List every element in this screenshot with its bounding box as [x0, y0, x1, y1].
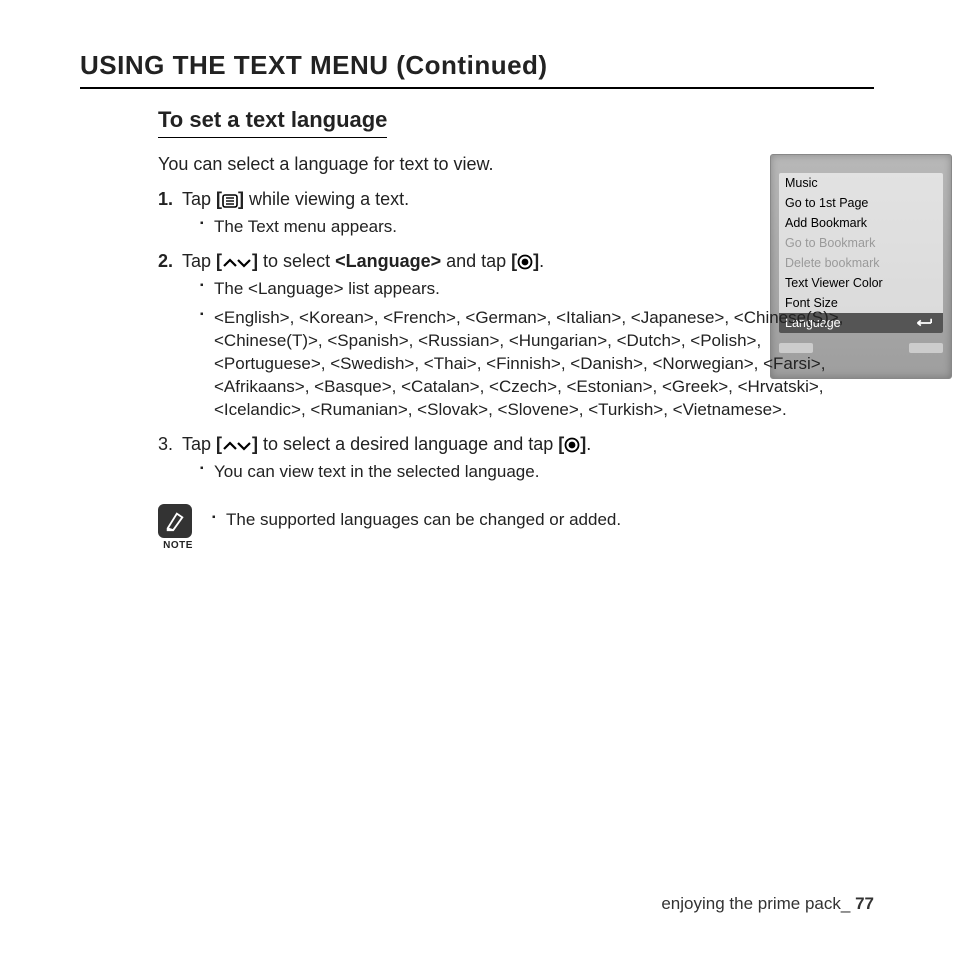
note-icon [158, 504, 192, 538]
page-footer: enjoying the prime pack_ 77 [661, 894, 874, 914]
menu-item: Go to 1st Page [779, 193, 943, 213]
step-text: Tap [] to select <Language> and tap []. [182, 251, 544, 272]
step-2: 2. Tap [] to select <Language> and tap [… [158, 251, 874, 422]
select-icon [564, 437, 580, 453]
select-icon [517, 254, 533, 270]
step-number: 2. [158, 251, 182, 272]
step-3: 3. Tap [] to select a desired language a… [158, 434, 874, 484]
step-1: 1. Tap [] while viewing a text. The Text… [158, 189, 874, 239]
return-icon [915, 317, 937, 329]
step-sub: You can view text in the selected langua… [200, 461, 874, 484]
step-text: Tap [] while viewing a text. [182, 189, 409, 210]
step-sub: The <Language> list appears. [200, 278, 874, 301]
note-label: NOTE [158, 540, 198, 551]
section-title: To set a text language [158, 107, 387, 138]
note-block: NOTE The supported languages can be chan… [158, 504, 874, 551]
up-down-icon [222, 439, 252, 453]
menu-item: Music [779, 173, 943, 193]
step-number: 3. [158, 434, 182, 455]
intro-text: You can select a language for text to vi… [158, 154, 874, 175]
language-list: <English>, <Korean>, <French>, <German>,… [200, 307, 850, 422]
page-number: 77 [855, 894, 874, 913]
step-sub: The Text menu appears. [200, 216, 874, 239]
menu-icon [222, 194, 238, 208]
up-down-icon [222, 256, 252, 270]
page-title: USING THE TEXT MENU (Continued) [80, 50, 874, 89]
step-number: 1. [158, 189, 182, 210]
note-text: The supported languages can be changed o… [212, 504, 621, 530]
menu-item: Delete bookmark [779, 253, 943, 273]
step-text: Tap [] to select a desired language and … [182, 434, 591, 455]
